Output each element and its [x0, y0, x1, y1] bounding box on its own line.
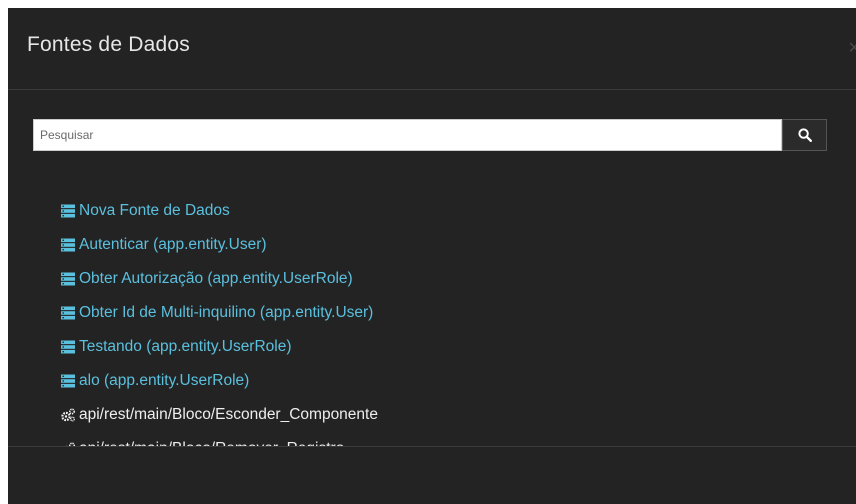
- database-icon: [60, 272, 76, 286]
- cogs-icon: [60, 408, 76, 422]
- datasource-list-item[interactable]: Testando (app.entity.UserRole): [60, 330, 378, 364]
- modal-header: Fontes de Dados ×: [8, 8, 856, 90]
- close-icon[interactable]: ×: [848, 38, 856, 58]
- datasource-list-item[interactable]: Autenticar (app.entity.User): [60, 228, 378, 262]
- datasource-list-item[interactable]: Obter Id de Multi-inquilino (app.entity.…: [60, 296, 378, 330]
- database-icon: [60, 340, 76, 354]
- datasource-list-item[interactable]: Nova Fonte de Dados: [60, 194, 378, 228]
- list-item-label: Obter Autorização (app.entity.UserRole): [79, 270, 353, 287]
- database-icon: [60, 306, 76, 320]
- search-button[interactable]: [782, 119, 827, 151]
- list-item-label: alo (app.entity.UserRole): [79, 372, 250, 389]
- search-icon: [797, 128, 812, 142]
- database-icon: [60, 374, 76, 388]
- database-icon: [60, 238, 76, 252]
- list-item-label: Nova Fonte de Dados: [79, 202, 230, 219]
- list-item-label: Autenticar (app.entity.User): [79, 236, 267, 253]
- database-icon: [60, 204, 76, 218]
- modal-footer: [8, 446, 856, 504]
- datasources-modal: Fontes de Dados × Nova Fonte de Dados Aut…: [8, 8, 856, 504]
- search-input[interactable]: [33, 119, 782, 151]
- datasource-list-item[interactable]: alo (app.entity.UserRole): [60, 364, 378, 398]
- list-item-label: Obter Id de Multi-inquilino (app.entity.…: [79, 304, 374, 321]
- api-list-item[interactable]: api/rest/main/Bloco/Esconder_Componente: [60, 398, 378, 432]
- list-item-label: api/rest/main/Bloco/Esconder_Componente: [79, 406, 378, 423]
- search-bar: [33, 119, 827, 151]
- datasource-list-item[interactable]: Obter Autorização (app.entity.UserRole): [60, 262, 378, 296]
- list-item-label: Testando (app.entity.UserRole): [79, 338, 292, 355]
- modal-title: Fontes de Dados: [27, 33, 190, 56]
- datasource-list: Nova Fonte de Dados Autenticar (app.entit…: [60, 194, 378, 466]
